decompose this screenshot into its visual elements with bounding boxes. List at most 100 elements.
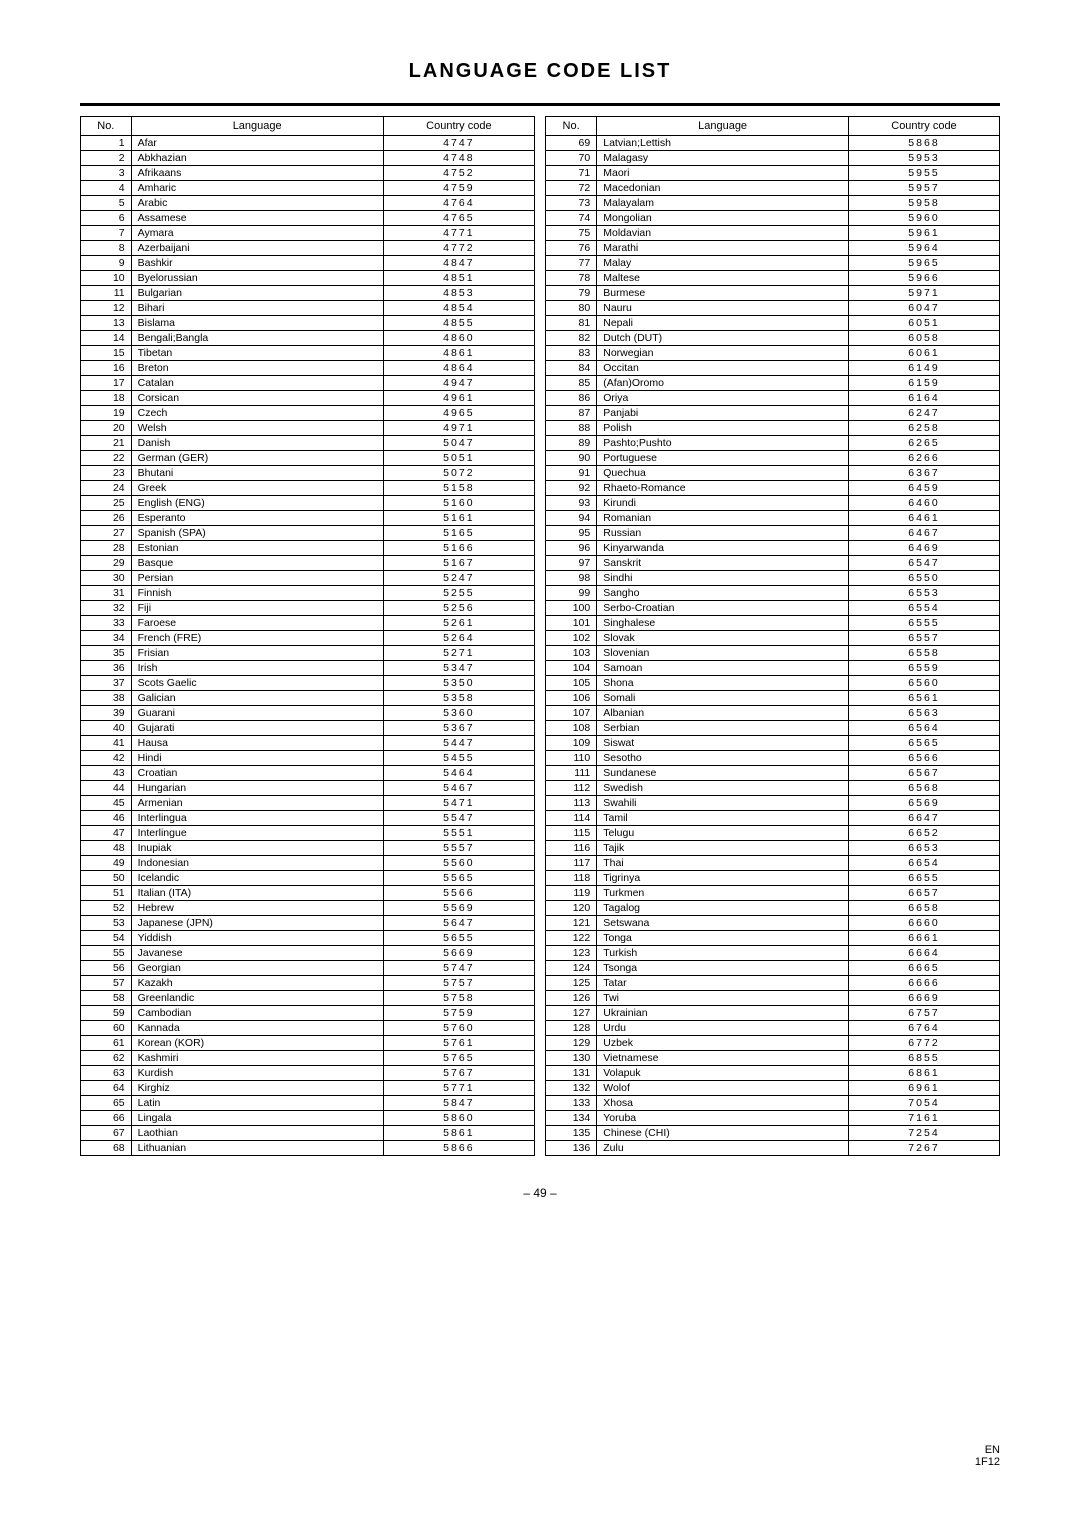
row-no: 68 [81,1141,132,1156]
row-language: Japanese (JPN) [131,916,383,931]
table-row: 39 Guarani 5360 [81,706,535,721]
row-code: 6051 [848,316,999,331]
row-language: Catalan [131,376,383,391]
row-language: Kashmiri [131,1051,383,1066]
table-row: 75 Moldavian 5961 [546,226,1000,241]
row-language: Aymara [131,226,383,241]
row-no: 61 [81,1036,132,1051]
row-language: Burmese [597,286,849,301]
row-code: 6560 [848,676,999,691]
row-no: 134 [546,1111,597,1126]
row-no: 46 [81,811,132,826]
row-language: Czech [131,406,383,421]
row-code: 4965 [383,406,534,421]
row-language: Korean (KOR) [131,1036,383,1051]
row-code: 5761 [383,1036,534,1051]
table-row: 81 Nepali 6051 [546,316,1000,331]
table-row: 120 Tagalog 6658 [546,901,1000,916]
row-no: 112 [546,781,597,796]
row-language: Finnish [131,586,383,601]
row-language: Javanese [131,946,383,961]
row-language: Oriya [597,391,849,406]
row-code: 5072 [383,466,534,481]
row-language: Romanian [597,511,849,526]
row-language: Samoan [597,661,849,676]
row-code: 5964 [848,241,999,256]
row-language: Occitan [597,361,849,376]
row-language: Maori [597,166,849,181]
row-language: Wolof [597,1081,849,1096]
table-row: 125 Tatar 6666 [546,976,1000,991]
row-no: 50 [81,871,132,886]
row-code: 5965 [848,256,999,271]
row-language: Malayalam [597,196,849,211]
footer-code: EN1F12 [975,1444,1000,1468]
table-row: 62 Kashmiri 5765 [81,1051,535,1066]
row-language: Gujarati [131,721,383,736]
row-language: Yiddish [131,931,383,946]
row-language: Singhalese [597,616,849,631]
row-language: Frisian [131,646,383,661]
row-code: 6568 [848,781,999,796]
row-no: 29 [81,556,132,571]
row-code: 5861 [383,1126,534,1141]
row-code: 6564 [848,721,999,736]
row-code: 5367 [383,721,534,736]
row-no: 82 [546,331,597,346]
row-language: Breton [131,361,383,376]
row-no: 18 [81,391,132,406]
table-row: 84 Occitan 6149 [546,361,1000,376]
table-row: 51 Italian (ITA) 5566 [81,886,535,901]
col-language-left: Language [131,117,383,136]
row-no: 14 [81,331,132,346]
row-language: Turkmen [597,886,849,901]
table-row: 114 Tamil 6647 [546,811,1000,826]
row-language: Lingala [131,1111,383,1126]
row-no: 37 [81,676,132,691]
row-no: 120 [546,901,597,916]
row-code: 5264 [383,631,534,646]
table-row: 45 Armenian 5471 [81,796,535,811]
row-no: 81 [546,316,597,331]
row-code: 6561 [848,691,999,706]
row-no: 31 [81,586,132,601]
row-code: 6553 [848,586,999,601]
row-code: 5551 [383,826,534,841]
row-no: 95 [546,526,597,541]
row-no: 16 [81,361,132,376]
row-code: 5247 [383,571,534,586]
row-code: 6652 [848,826,999,841]
col-code-left: Country code [383,117,534,136]
row-code: 5350 [383,676,534,691]
row-no: 9 [81,256,132,271]
row-code: 5759 [383,1006,534,1021]
row-no: 64 [81,1081,132,1096]
row-no: 106 [546,691,597,706]
row-no: 132 [546,1081,597,1096]
row-language: Malay [597,256,849,271]
row-code: 6567 [848,766,999,781]
row-code: 6265 [848,436,999,451]
row-code: 5358 [383,691,534,706]
row-language: Greek [131,481,383,496]
row-no: 99 [546,586,597,601]
row-code: 6557 [848,631,999,646]
row-language: Icelandic [131,871,383,886]
row-code: 6757 [848,1006,999,1021]
row-code: 6467 [848,526,999,541]
table-row: 37 Scots Gaelic 5350 [81,676,535,691]
table-row: 33 Faroese 5261 [81,616,535,631]
table-row: 111 Sundanese 6567 [546,766,1000,781]
row-language: Scots Gaelic [131,676,383,691]
row-no: 20 [81,421,132,436]
table-row: 11 Bulgarian 4853 [81,286,535,301]
row-no: 92 [546,481,597,496]
row-language: Serbo-Croatian [597,601,849,616]
row-code: 6559 [848,661,999,676]
table-row: 24 Greek 5158 [81,481,535,496]
row-no: 23 [81,466,132,481]
row-code: 6164 [848,391,999,406]
table-row: 57 Kazakh 5757 [81,976,535,991]
row-no: 41 [81,736,132,751]
table-row: 118 Tigrinya 6655 [546,871,1000,886]
